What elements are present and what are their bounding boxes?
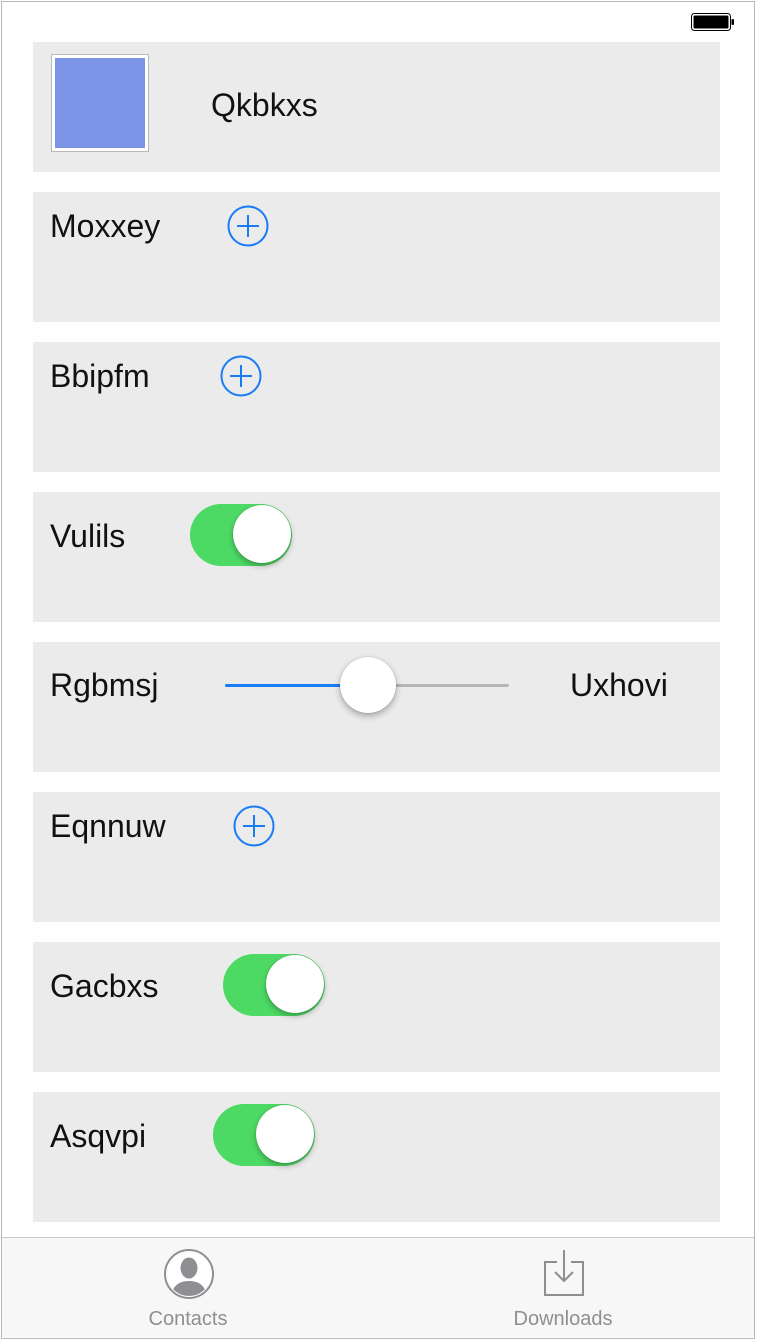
battery-icon: [691, 13, 734, 31]
downloads-icon: [544, 1250, 584, 1296]
tab-label: Contacts: [148, 1308, 228, 1330]
tab-label: Downloads: [513, 1308, 613, 1330]
toggle-knob: [266, 955, 324, 1013]
contacts-icon: [164, 1249, 214, 1299]
row-label: Qkbkxs: [211, 87, 318, 123]
row-vulils: Vulils: [33, 492, 720, 622]
row-moxxey: Moxxey: [33, 192, 720, 322]
thumbnail-image[interactable]: [51, 54, 149, 152]
row-label: Moxxey: [50, 208, 161, 244]
row-qkbkxs: Qkbkxs: [33, 42, 720, 172]
row-rgbmsj: Rgbmsj Uxhovi: [33, 642, 720, 772]
row-label: Eqnnuw: [50, 808, 166, 844]
row-gacbxs: Gacbxs: [33, 942, 720, 1072]
row-label: Rgbmsj: [50, 667, 159, 703]
toggle-knob: [233, 505, 291, 563]
asqvpi-toggle[interactable]: [213, 1104, 315, 1166]
row-label: Gacbxs: [50, 968, 159, 1004]
row-label: Asqvpi: [50, 1118, 147, 1154]
row-label: Vulils: [50, 518, 126, 554]
tab-downloads[interactable]: Downloads: [463, 1238, 663, 1337]
vulils-toggle[interactable]: [190, 504, 292, 566]
row-label: Bbipfm: [50, 358, 150, 394]
add-icon[interactable]: [233, 805, 275, 847]
add-icon[interactable]: [220, 355, 262, 397]
add-icon[interactable]: [227, 205, 269, 247]
row-eqnnuw: Eqnnuw: [33, 792, 720, 922]
row-asqvpi: Asqvpi: [33, 1092, 720, 1222]
gacbxs-toggle[interactable]: [223, 954, 325, 1016]
tab-contacts[interactable]: Contacts: [88, 1238, 288, 1337]
tab-bar: Contacts Downloads: [2, 1237, 754, 1337]
toggle-knob: [256, 1105, 314, 1163]
slider-value-label: Uxhovi: [570, 667, 668, 703]
row-bbipfm: Bbipfm: [33, 342, 720, 472]
slider-thumb[interactable]: [340, 657, 396, 713]
